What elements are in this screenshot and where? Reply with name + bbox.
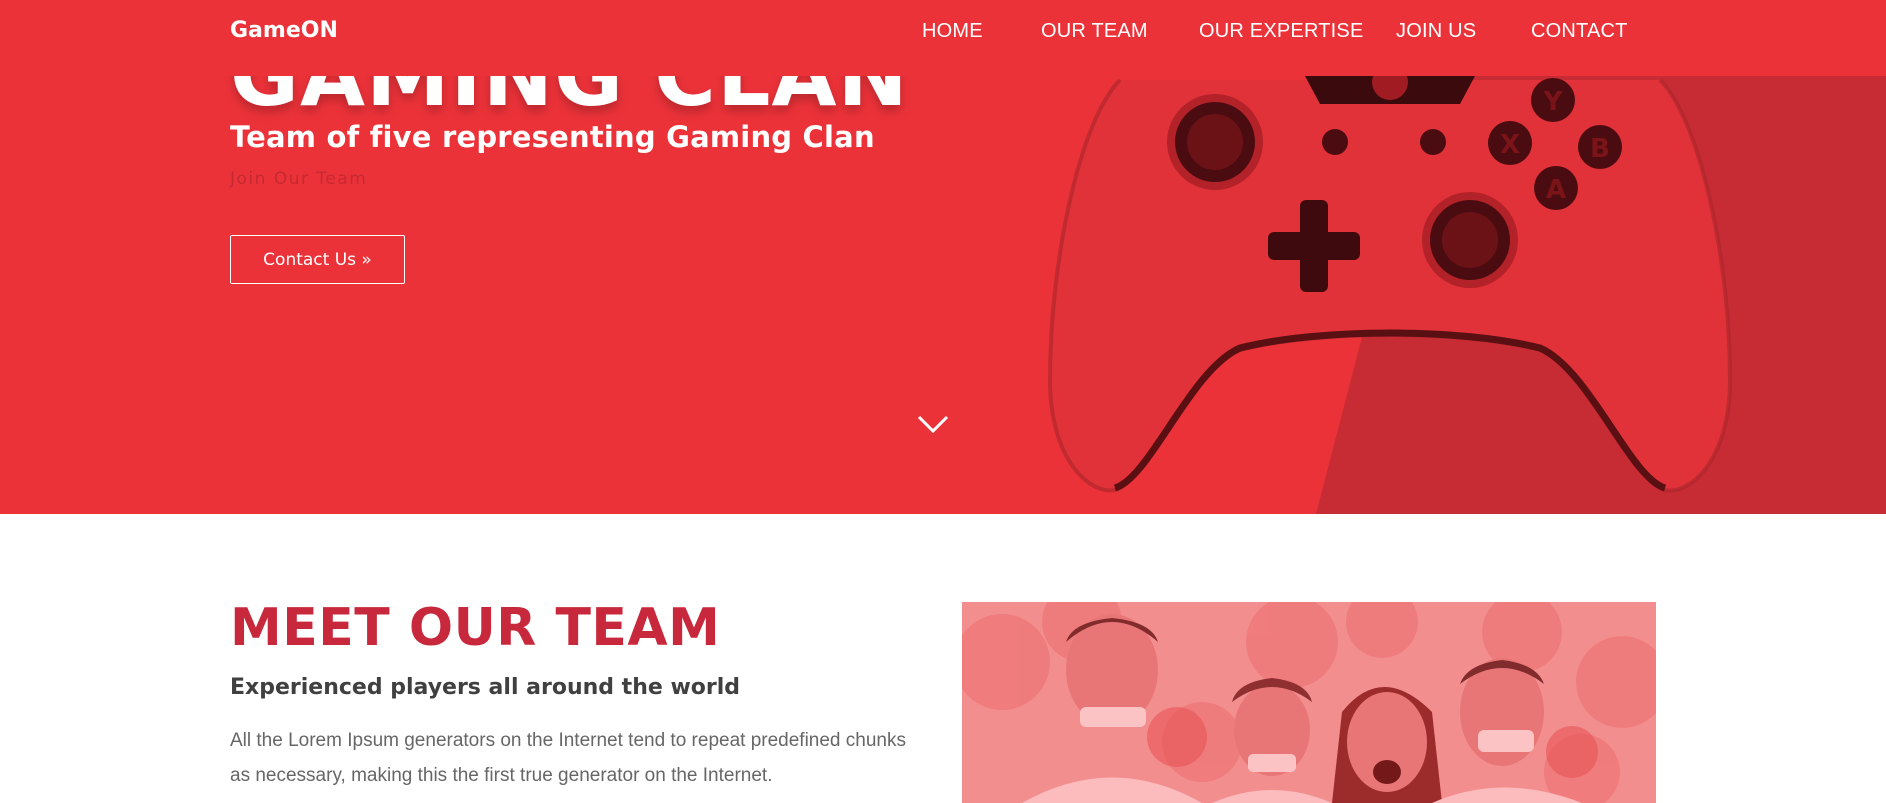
top-navbar: GameON HOME OUR TEAM OUR EXPERTISE JOIN …: [0, 0, 1886, 76]
hero-tagline: Join Our Team: [230, 169, 368, 189]
game-controller-image: Y X B A: [1047, 64, 1733, 493]
nav-our-team[interactable]: OUR TEAM: [1041, 20, 1148, 43]
brand-logo[interactable]: GameON: [230, 18, 338, 43]
hero-section: Y X B A GAMING CLAN Team of five represe…: [0, 0, 1886, 514]
team-description: All the Lorem Ipsum generators on the In…: [230, 730, 906, 786]
nav-home[interactable]: HOME: [922, 20, 983, 43]
controller-y-label: Y: [1543, 87, 1564, 117]
team-photo: [962, 602, 1656, 803]
team-title: MEET OUR TEAM: [230, 598, 721, 658]
hero-subtitle: Team of five representing Gaming Clan: [230, 120, 875, 154]
controller-a-label: A: [1546, 175, 1566, 205]
nav-join-us[interactable]: JOIN US: [1396, 20, 1476, 43]
nav-contact[interactable]: CONTACT: [1531, 20, 1628, 43]
controller-x-label: X: [1500, 130, 1520, 160]
nav-our-expertise[interactable]: OUR EXPERTISE: [1199, 20, 1364, 43]
contact-us-button[interactable]: Contact Us »: [230, 235, 405, 284]
team-subtitle: Experienced players all around the world: [230, 675, 741, 700]
chevron-down-icon[interactable]: [916, 412, 950, 436]
controller-b-label: B: [1590, 134, 1610, 164]
